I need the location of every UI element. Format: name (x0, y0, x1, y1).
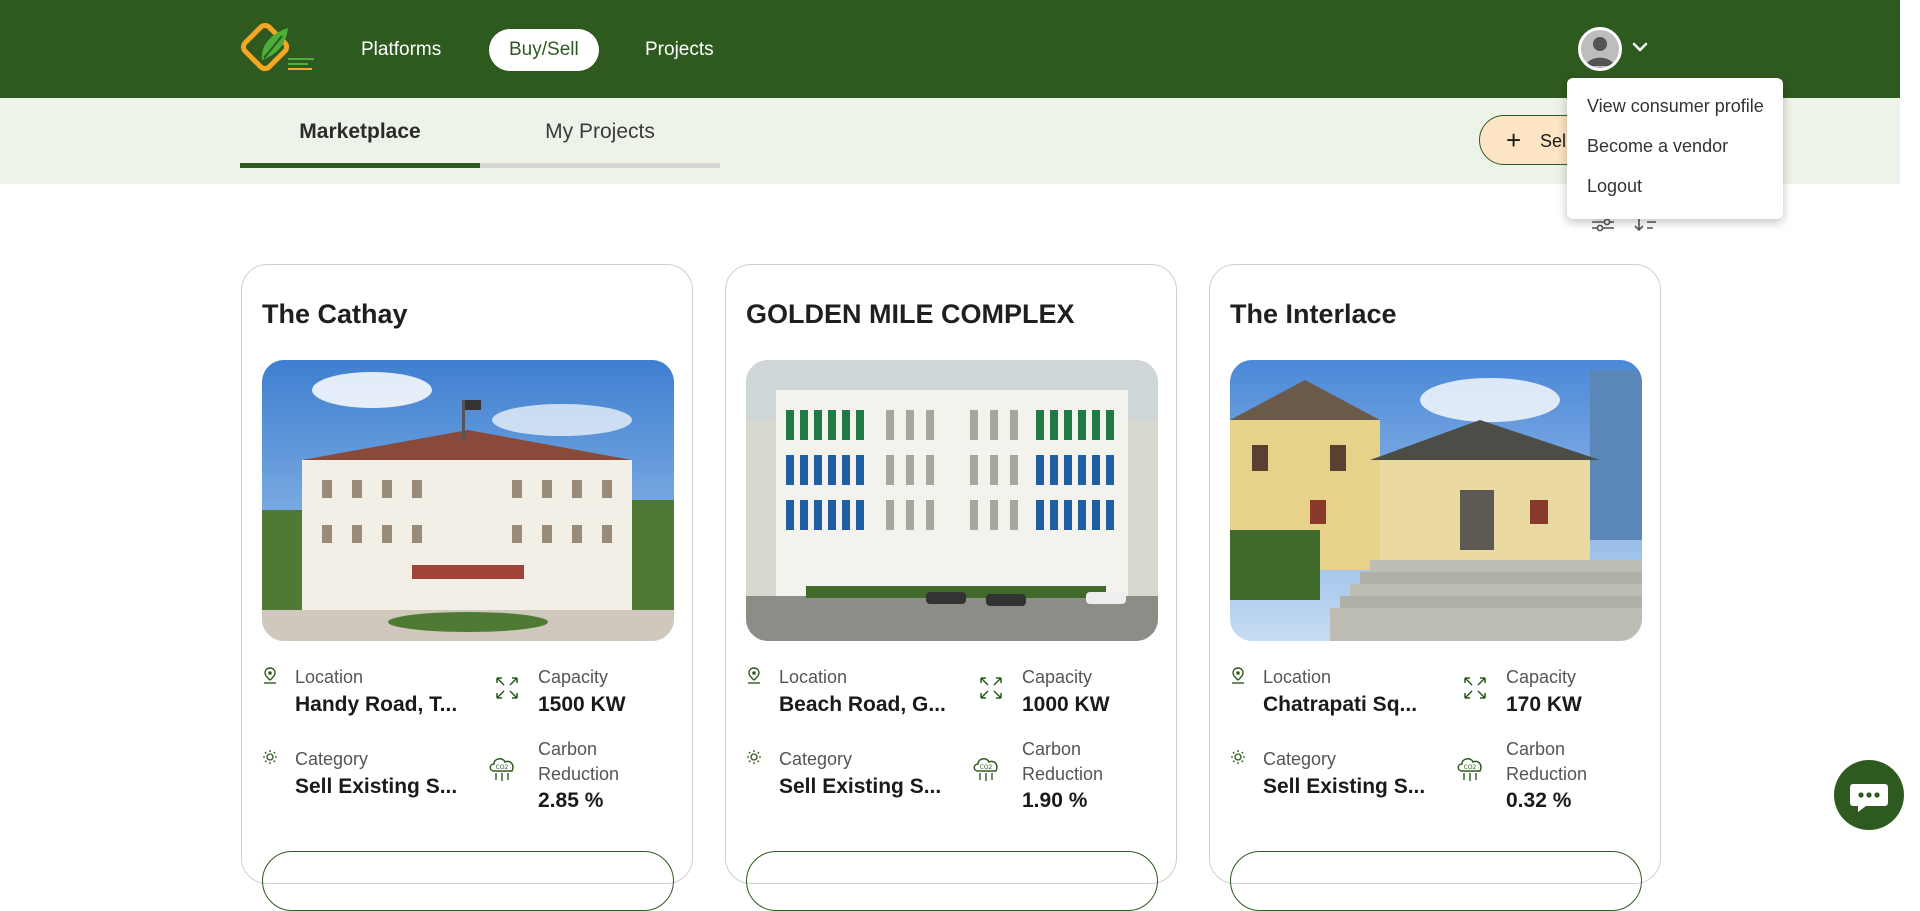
category-value: Sell Existing S... (779, 775, 942, 798)
chevron-down-icon[interactable] (1629, 36, 1651, 58)
menu-item-view-consumer-profile[interactable]: View consumer profile (1587, 96, 1764, 117)
plus-icon: + (1506, 125, 1522, 155)
chat-button[interactable] (1834, 760, 1904, 830)
avatar-icon[interactable] (1578, 27, 1622, 71)
category-sun-icon (262, 749, 288, 775)
location-label: Location (295, 667, 364, 687)
tab-marketplace[interactable]: Marketplace (240, 120, 480, 168)
carbon-label: Carbon (538, 739, 598, 759)
menu-item-become-vendor[interactable]: Become a vendor (1587, 136, 1728, 157)
category-sun-icon (746, 749, 772, 775)
capacity-label: Capacity (538, 667, 609, 687)
location-value: Chatrapati Sq... (1263, 693, 1418, 716)
category-label: Category (295, 749, 369, 769)
location-pin-icon (262, 667, 288, 693)
project-image (1230, 360, 1642, 641)
category-sun-icon (1230, 749, 1256, 775)
capacity-label: Capacity (1022, 667, 1093, 687)
capacity-expand-icon (1462, 675, 1488, 701)
project-card[interactable]: The Cathay Location Handy Road, T... Cap… (241, 264, 693, 911)
category-value: Sell Existing S... (295, 775, 458, 798)
reduction-label: Reduction (538, 764, 620, 784)
project-image (746, 360, 1158, 641)
co2-cloud-icon: CO2 (1454, 751, 1486, 783)
location-value: Handy Road, T... (295, 693, 458, 716)
card-title: The Interlace (1230, 299, 1397, 329)
category-value: Sell Existing S... (1263, 775, 1426, 798)
co2-cloud-icon: CO2 (486, 751, 518, 783)
project-card[interactable]: GOLDEN MILE COMPLEX Location Beach Road,… (725, 264, 1177, 911)
chat-icon (1850, 784, 1888, 812)
svg-text:CO2: CO2 (496, 764, 509, 771)
active-tab-indicator (240, 163, 480, 168)
nav-projects[interactable]: Projects (625, 29, 734, 71)
carbon-value: 2.85 % (538, 789, 604, 812)
profile-dropdown-menu: View consumer profile Become a vendor Lo… (1567, 78, 1783, 219)
location-label: Location (1263, 667, 1332, 687)
reduction-label: Reduction (1022, 764, 1104, 784)
project-card[interactable]: The Interlace Location Chatrapati Sq... … (1209, 264, 1661, 911)
project-image (262, 360, 674, 641)
carbon-label: Carbon (1506, 739, 1566, 759)
card-action-button[interactable] (262, 851, 674, 911)
capacity-value: 170 KW (1506, 693, 1582, 716)
card-action-button[interactable] (746, 851, 1158, 911)
svg-text:CO2: CO2 (980, 764, 993, 771)
nav-platforms[interactable]: Platforms (341, 29, 461, 71)
nav-buy-sell[interactable]: Buy/Sell (489, 29, 599, 71)
category-label: Category (1263, 749, 1337, 769)
capacity-expand-icon (978, 675, 1004, 701)
card-title: GOLDEN MILE COMPLEX (746, 299, 1075, 329)
location-pin-icon (746, 667, 772, 693)
reduction-label: Reduction (1506, 764, 1588, 784)
carbon-value: 0.32 % (1506, 789, 1572, 812)
logo-icon[interactable] (240, 20, 318, 78)
card-title: The Cathay (262, 299, 408, 329)
sell-button-label: Sel (1540, 131, 1567, 151)
co2-cloud-icon: CO2 (970, 751, 1002, 783)
location-label: Location (779, 667, 848, 687)
card-action-button[interactable] (1230, 851, 1642, 911)
svg-text:CO2: CO2 (1464, 764, 1477, 771)
capacity-expand-icon (494, 675, 520, 701)
capacity-value: 1500 KW (538, 693, 626, 716)
location-pin-icon (1230, 667, 1256, 693)
capacity-value: 1000 KW (1022, 693, 1110, 716)
menu-item-logout[interactable]: Logout (1587, 176, 1642, 197)
category-label: Category (779, 749, 853, 769)
tab-my-projects[interactable]: My Projects (480, 120, 720, 168)
capacity-label: Capacity (1506, 667, 1577, 687)
carbon-label: Carbon (1022, 739, 1082, 759)
location-value: Beach Road, G... (779, 693, 946, 716)
carbon-value: 1.90 % (1022, 789, 1088, 812)
